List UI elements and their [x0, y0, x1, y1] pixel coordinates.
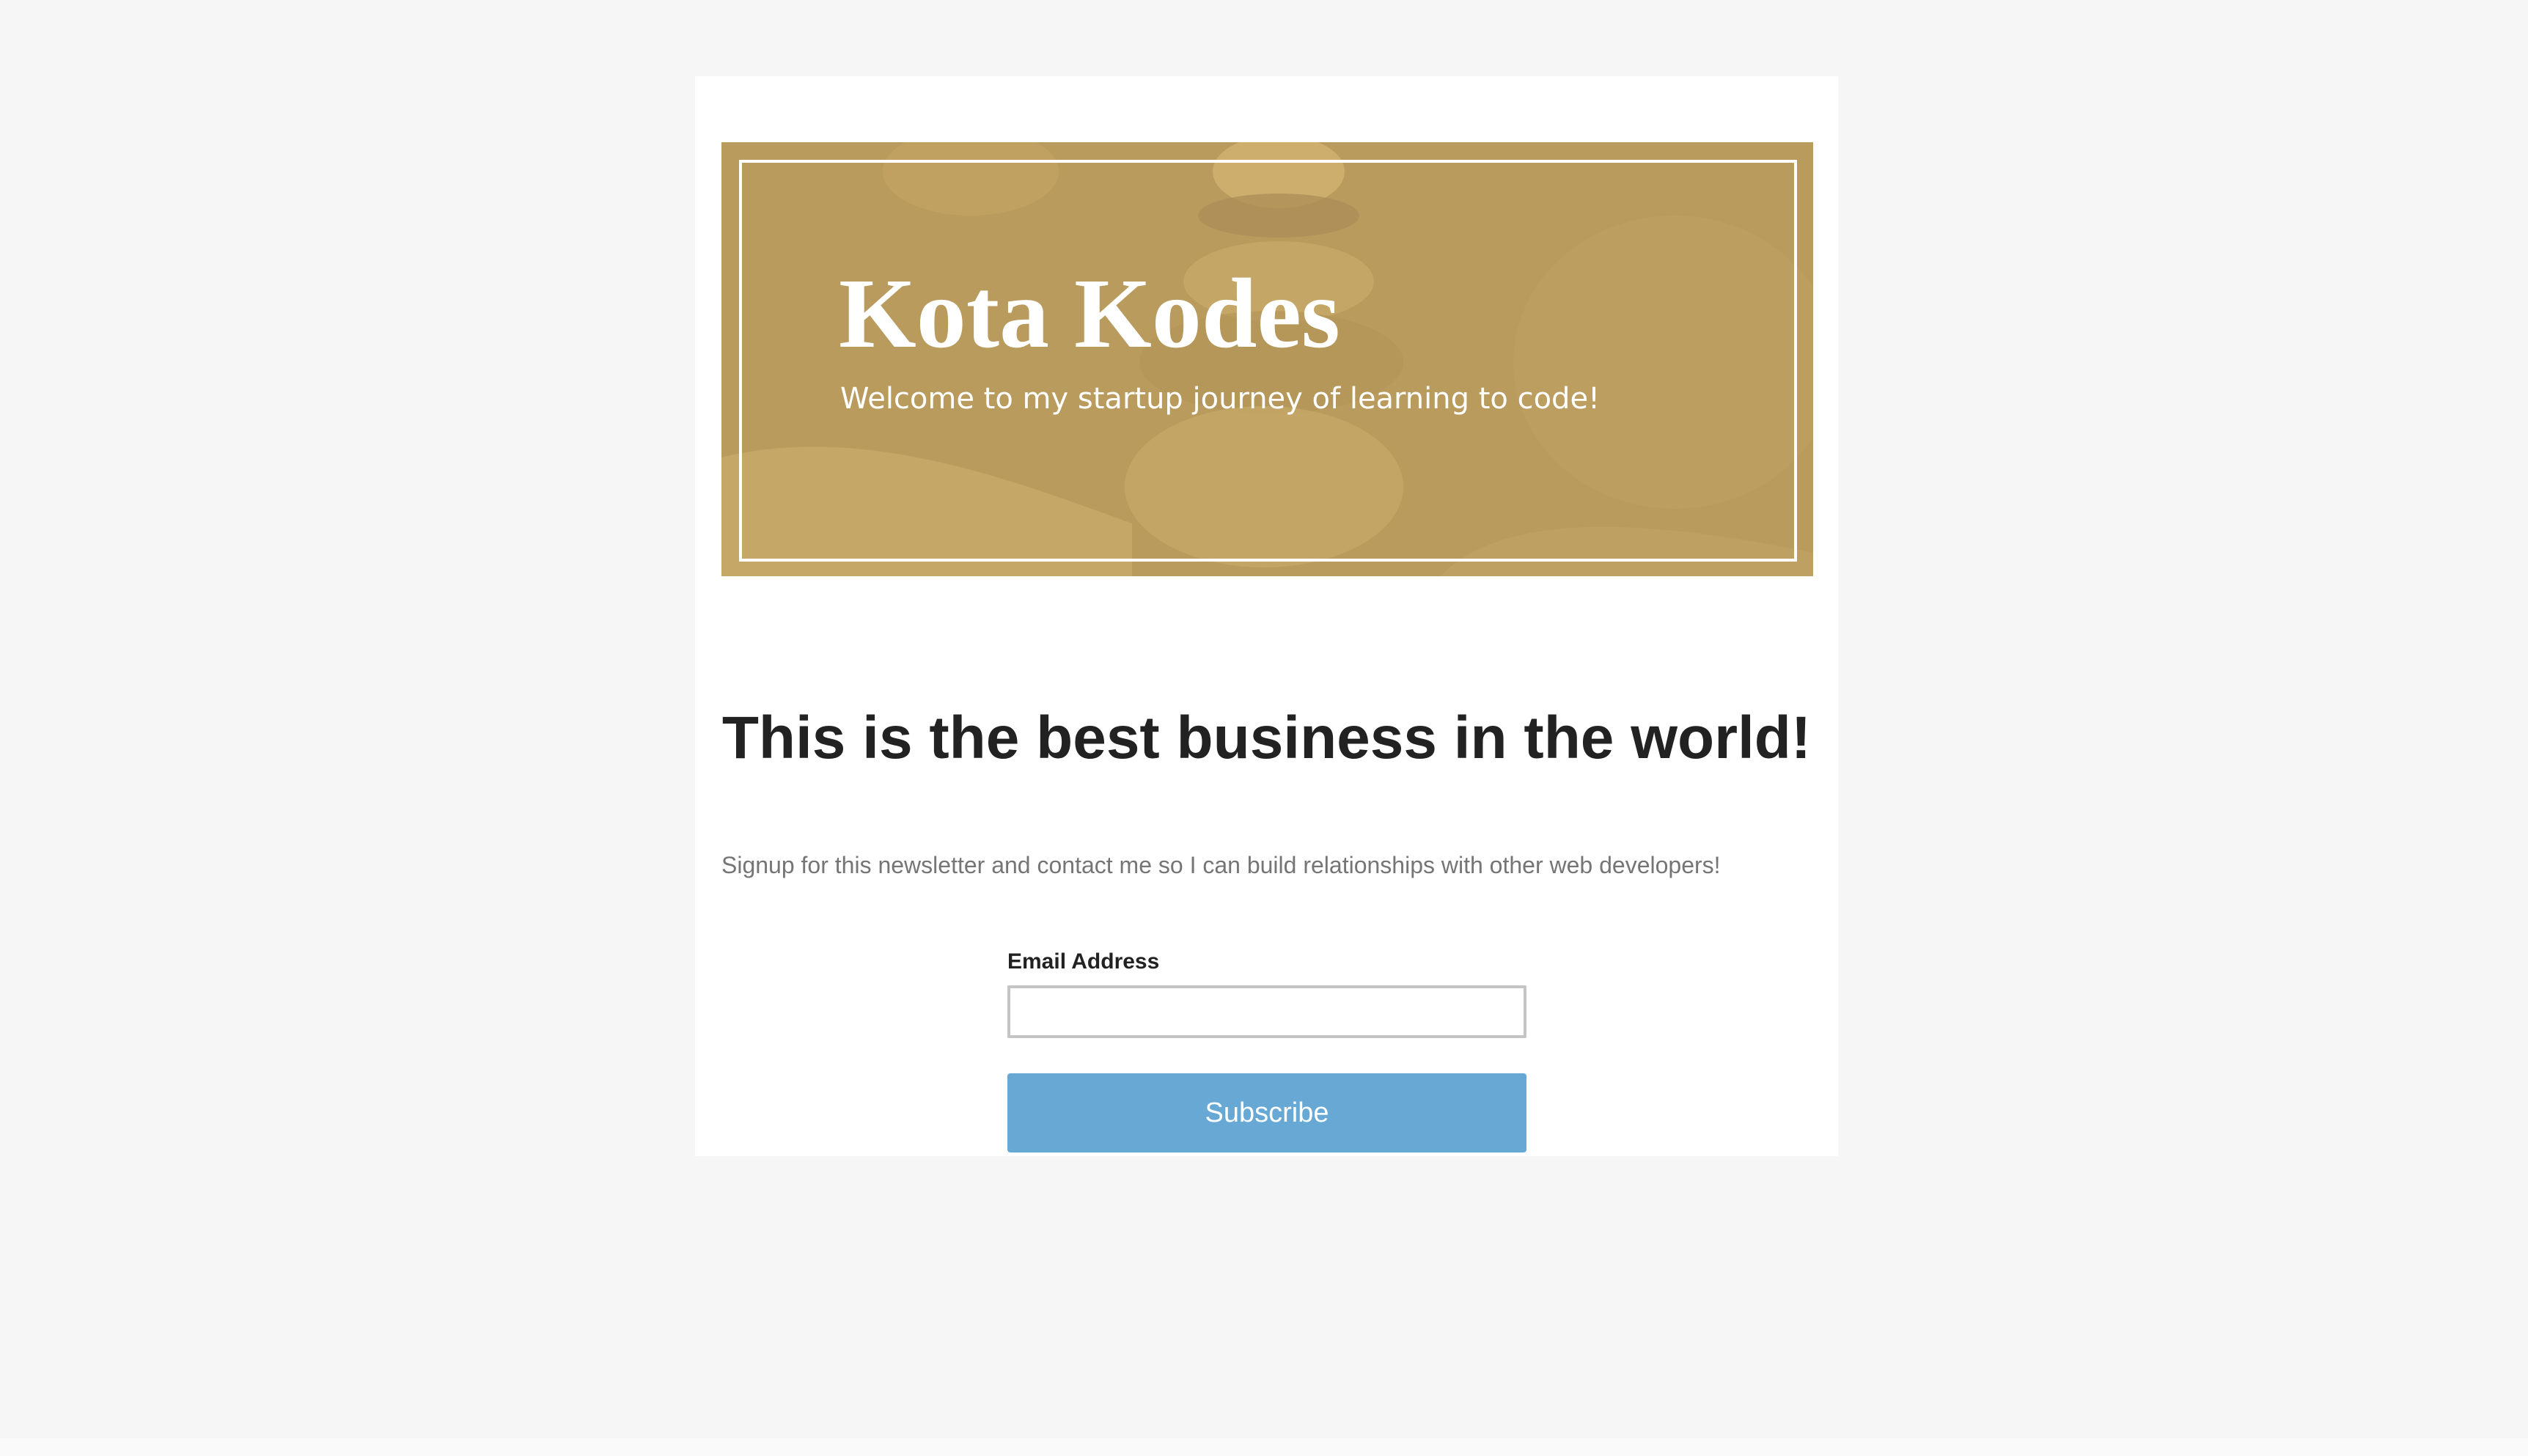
site-title: Kota Kodes — [839, 259, 1340, 369]
subscribe-button[interactable]: Subscribe — [1007, 1073, 1526, 1152]
page-bottom-strip — [0, 1438, 2528, 1456]
site-tagline: Welcome to my startup journey of learnin… — [840, 382, 1601, 416]
hero-banner: Kota Kodes Welcome to my startup journey… — [721, 142, 1813, 576]
signup-form: Email Address Subscribe — [1007, 949, 1526, 1152]
email-field[interactable] — [1007, 985, 1526, 1038]
email-label: Email Address — [1007, 949, 1160, 974]
newsletter-card: Kota Kodes Welcome to my startup journey… — [695, 76, 1838, 1156]
intro-text: Signup for this newsletter and contact m… — [721, 852, 1721, 878]
page-headline: This is the best business in the world! — [721, 705, 1812, 771]
